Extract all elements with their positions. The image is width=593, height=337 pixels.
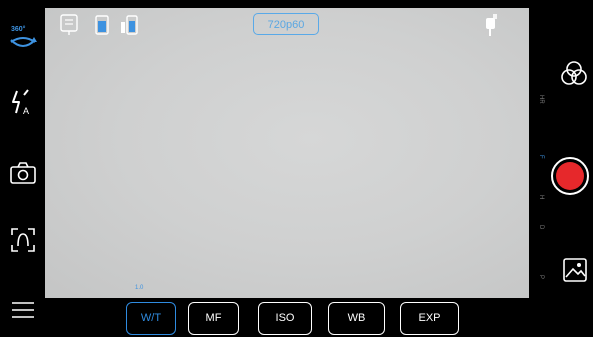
hamburger-menu-icon — [12, 302, 34, 318]
face-tracking-icon — [11, 228, 35, 252]
face-tracking-button[interactable] — [5, 222, 41, 258]
storage-icon — [58, 12, 80, 36]
mode-item[interactable]: H — [534, 195, 544, 199]
camera-viewfinder[interactable] — [45, 8, 529, 298]
filters-icon — [561, 61, 587, 85]
tab-mf[interactable]: MF — [188, 302, 239, 335]
mode-item[interactable]: HR — [534, 95, 544, 104]
mode-item[interactable]: D — [534, 225, 544, 229]
camera-switch-icon — [10, 162, 36, 184]
gallery-icon — [563, 258, 587, 282]
resolution-badge[interactable]: 720p60 — [253, 13, 319, 35]
record-dot-icon — [556, 162, 584, 190]
left-toolbar: 360° A — [0, 0, 45, 337]
svg-text:A: A — [23, 106, 29, 116]
rotate-360-button[interactable]: 360° — [5, 20, 41, 56]
filters-button[interactable] — [558, 58, 590, 90]
phone-battery-icon — [91, 12, 113, 36]
record-button[interactable] — [551, 157, 589, 195]
tab-iso[interactable]: ISO — [258, 302, 312, 335]
gimbal-battery-icon — [118, 12, 140, 36]
tab-wt[interactable]: W/T — [126, 302, 176, 335]
camera-switch-button[interactable] — [5, 155, 41, 191]
camera-app: 360° A 720p60 HR F H D P 1.0 W/T MF ISO … — [0, 0, 593, 337]
menu-button[interactable] — [5, 292, 41, 328]
mode-item[interactable]: P — [534, 275, 544, 279]
capture-mode-strip: HR F H D P — [534, 95, 546, 295]
flash-auto-button[interactable]: A — [5, 85, 41, 121]
tab-exp[interactable]: EXP — [400, 302, 459, 335]
zoom-indicator: 1.0 — [135, 285, 144, 291]
flash-auto-icon: A — [12, 89, 29, 116]
mode-item-active[interactable]: F — [534, 155, 544, 159]
gallery-button[interactable] — [560, 255, 590, 285]
rotate-360-label: 360° — [11, 26, 26, 33]
tab-wb[interactable]: WB — [328, 302, 385, 335]
gimbal-icon — [478, 12, 502, 36]
